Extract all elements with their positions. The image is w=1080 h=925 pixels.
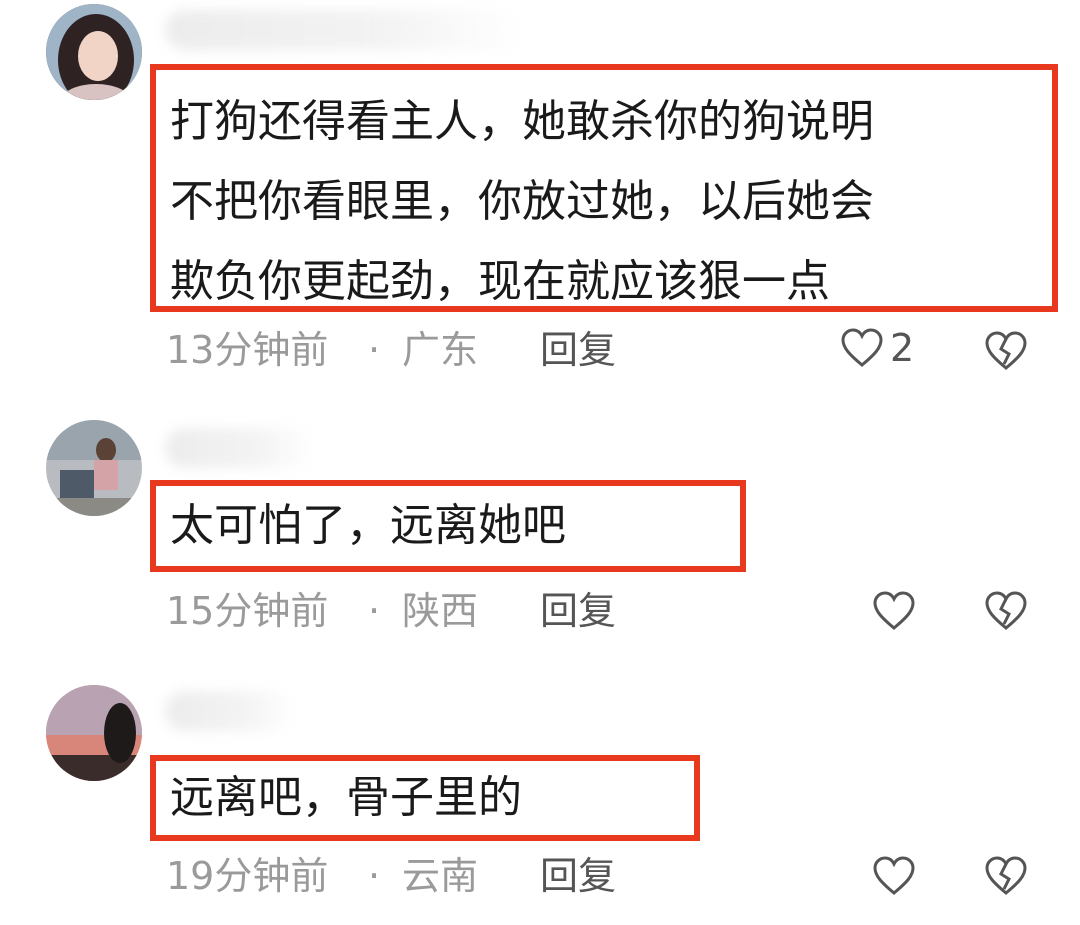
- heart-outline-icon: [872, 855, 916, 897]
- username-blurred[interactable]: [165, 691, 295, 731]
- like-button[interactable]: [872, 590, 916, 632]
- username-blurred[interactable]: [165, 428, 315, 468]
- comment-item: 远离吧，骨子里的 19分钟前 · 云南 回复: [0, 675, 1080, 925]
- reply-button[interactable]: 回复: [540, 325, 616, 375]
- heart-outline-icon: [840, 327, 884, 369]
- comment-text-line: 打狗还得看主人，她敢杀你的狗说明: [170, 96, 874, 147]
- heart-outline-icon: [872, 590, 916, 632]
- meta-separator: ·: [368, 328, 381, 372]
- comment-time: 19分钟前: [166, 854, 329, 898]
- avatar[interactable]: [46, 685, 142, 781]
- meta-separator: ·: [368, 589, 381, 633]
- comment-item: 打狗还得看主人，她敢杀你的狗说明 不把你看眼里，你放过她，以后她会 欺负你更起劲…: [0, 0, 1080, 400]
- broken-heart-icon[interactable]: [984, 855, 1028, 897]
- comment-text-line: 欺负你更起劲，现在就应该狠一点: [170, 256, 830, 307]
- comment-time: 15分钟前: [166, 589, 329, 633]
- reply-button[interactable]: 回复: [540, 851, 616, 901]
- comment-text-line: 太可怕了，远离她吧: [170, 500, 566, 551]
- username-blurred[interactable]: [165, 10, 525, 50]
- comment-region: 广东: [402, 328, 479, 372]
- broken-heart-icon[interactable]: [984, 330, 1028, 372]
- comment-text-line: 不把你看眼里，你放过她，以后她会: [170, 176, 874, 227]
- avatar[interactable]: [46, 4, 142, 100]
- broken-heart-icon[interactable]: [984, 590, 1028, 632]
- comment-region: 陕西: [402, 589, 479, 633]
- comment-region: 云南: [402, 854, 479, 898]
- comment-text-highlight: 太可怕了，远离她吧: [150, 480, 746, 572]
- comment-time: 13分钟前: [166, 328, 329, 372]
- comment-text-line: 远离吧，骨子里的: [170, 772, 522, 823]
- comment-item: 太可怕了，远离她吧 15分钟前 · 陕西 回复: [0, 410, 1080, 660]
- reply-button[interactable]: 回复: [540, 586, 616, 636]
- like-button[interactable]: [872, 855, 916, 897]
- like-count: 2: [890, 326, 915, 370]
- comment-text-highlight: 打狗还得看主人，她敢杀你的狗说明 不把你看眼里，你放过她，以后她会 欺负你更起劲…: [150, 64, 1058, 312]
- meta-separator: ·: [368, 854, 381, 898]
- comment-text-highlight: 远离吧，骨子里的: [150, 755, 700, 841]
- like-button[interactable]: 2: [840, 326, 914, 370]
- avatar[interactable]: [46, 420, 142, 516]
